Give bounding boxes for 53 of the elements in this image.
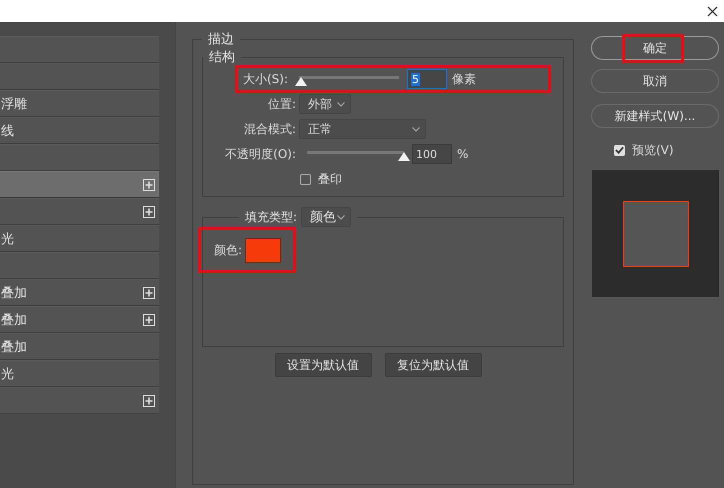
default-button[interactable]: 设置为默认值 [274,353,372,377]
dropdown-value: 外部 [308,96,332,112]
dropdown[interactable]: 外部 [299,94,351,114]
group-title: 结构 [208,49,236,66]
field-label: 颜色: [214,242,244,258]
list-item-label: 线 [0,122,14,140]
list-item[interactable]: 光 [0,360,159,387]
opacity-input[interactable]: 100 [412,144,452,164]
field-label: 不透明度(O): [224,146,297,162]
list-item-label: 叠加 [0,284,27,302]
checkbox[interactable] [300,174,311,184]
field-label: 填充类型: [245,208,298,226]
list-item-label: 光 [0,366,14,382]
chevron-icon [337,102,345,106]
add-icon[interactable] [143,286,155,298]
default-button[interactable]: 复位为默认值 [384,353,482,377]
group-title: 描边 [207,31,235,48]
dropdown[interactable]: 正常 [299,119,426,139]
size-value: 5 [411,72,420,86]
list-item-label: 光 [0,230,14,248]
list-item-label: 浮雕 [0,96,27,112]
field-label: 混合模式: [242,120,297,138]
chevron-icon [412,126,420,132]
unit-label: % [456,147,468,161]
dialog-button[interactable]: 确定 [591,36,719,60]
field-label: 大小(S): [242,70,289,88]
chevron-icon [337,214,346,220]
list-item[interactable]: 光 [0,225,159,252]
preview-thumbnail [622,200,688,266]
dialog-button[interactable]: 新建样式(W)... [591,104,719,128]
list-item[interactable]: 线 [0,117,159,144]
size-input[interactable]: 5 [407,69,447,89]
dropdown-value: 正常 [308,120,332,138]
list-item[interactable]: 叠加 [0,306,159,333]
list-item-label: 叠加 [0,338,27,356]
list-item[interactable]: 叠加 [0,279,159,306]
add-icon[interactable] [143,394,155,406]
dialog-button[interactable]: 取消 [591,69,719,93]
color-swatch[interactable] [245,238,282,262]
list-item[interactable]: 浮雕 [0,90,159,117]
field-label: 位置: [266,96,297,112]
unit-label: 像素 [451,70,476,88]
list-item-label: 叠加 [0,312,27,328]
checkbox-label: 预览(V) [631,142,674,158]
add-icon[interactable] [143,206,155,218]
add-icon[interactable] [143,178,155,190]
list-item[interactable] [0,171,159,198]
add-icon[interactable] [143,314,155,326]
checkbox-label: 叠印 [317,170,342,188]
dropdown-value: 颜色 [310,209,336,226]
list-item[interactable]: 叠加 [0,333,159,360]
close-icon[interactable] [707,6,718,16]
dropdown[interactable]: 颜色 [301,207,352,227]
